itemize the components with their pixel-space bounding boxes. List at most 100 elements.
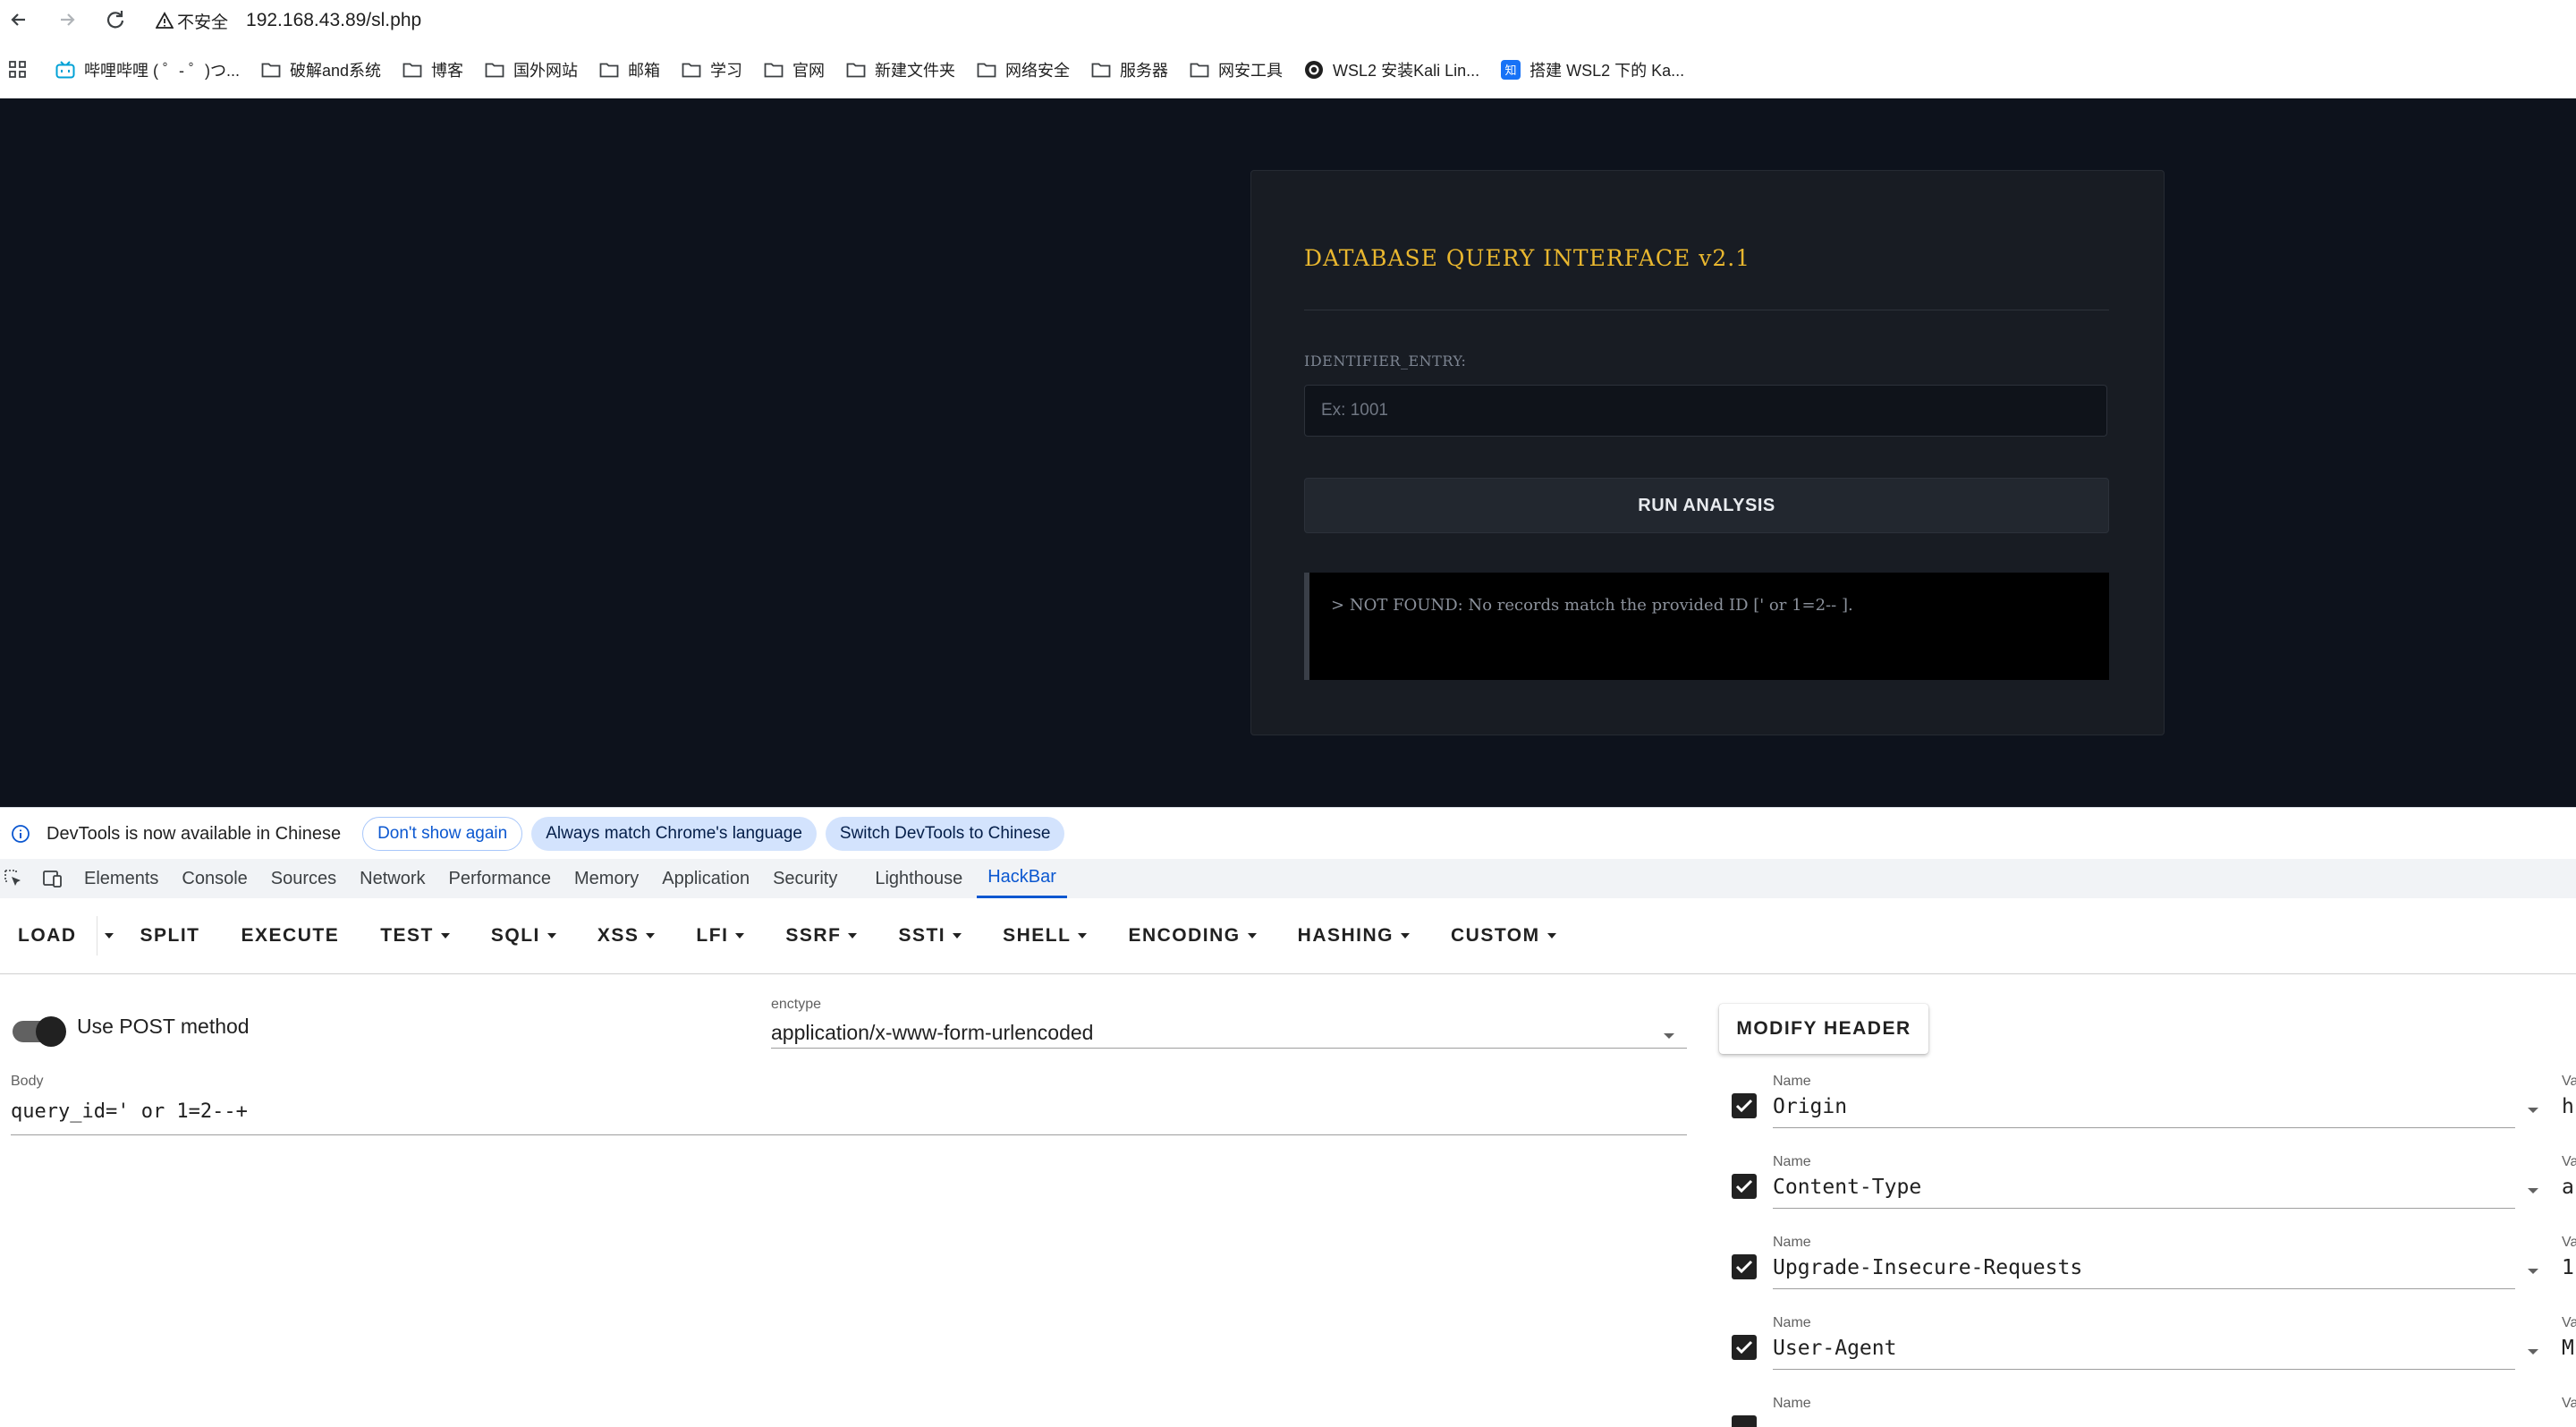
- tab-application[interactable]: Application: [662, 859, 750, 898]
- header-name-dropdown-icon[interactable]: [2526, 1106, 2540, 1115]
- modify-header-button[interactable]: MODIFY HEADER: [1719, 1004, 1928, 1054]
- header-name-input[interactable]: Origin: [1773, 1095, 1847, 1118]
- bookmark-item[interactable]: 网络安全: [977, 58, 1070, 81]
- github-icon: [1304, 60, 1324, 80]
- custom-label: CUSTOM: [1451, 925, 1540, 946]
- header-checkbox[interactable]: [1732, 1174, 1757, 1199]
- page-title: DATABASE QUERY INTERFACE v2.1: [1304, 245, 1751, 271]
- header-row: Name Va: [1732, 1396, 2576, 1427]
- header-value-input[interactable]: h: [2562, 1095, 2574, 1118]
- header-checkbox[interactable]: [1732, 1335, 1757, 1360]
- tab-console[interactable]: Console: [182, 859, 247, 898]
- bookmark-item[interactable]: 新建文件夹: [846, 58, 955, 81]
- lfi-menu[interactable]: LFI: [696, 925, 745, 947]
- bookmark-item[interactable]: 博客: [402, 58, 463, 81]
- header-name-input[interactable]: Content-Type: [1773, 1176, 1921, 1199]
- header-value-label: Va: [2562, 1235, 2576, 1250]
- tab-sources[interactable]: Sources: [271, 859, 336, 898]
- tab-memory[interactable]: Memory: [574, 859, 639, 898]
- test-menu[interactable]: TEST: [380, 925, 450, 947]
- split-button[interactable]: SPLIT: [140, 925, 200, 947]
- header-name-input[interactable]: User-Agent: [1773, 1337, 1896, 1360]
- bookmark-item[interactable]: 哔哩哔哩 ( ゜- ゜)つ...: [55, 58, 240, 81]
- execute-button[interactable]: EXECUTE: [242, 925, 340, 947]
- apps-grid-icon[interactable]: [9, 61, 27, 79]
- bookmark-item[interactable]: 国外网站: [485, 58, 578, 81]
- security-label: 不安全: [177, 13, 229, 32]
- reload-icon[interactable]: [100, 4, 131, 35]
- zhihu-icon: 知: [1501, 60, 1521, 80]
- load-button[interactable]: LOAD: [18, 925, 77, 947]
- header-name-input[interactable]: Upgrade-Insecure-Requests: [1773, 1256, 2082, 1279]
- bookmark-item[interactable]: 服务器: [1091, 58, 1168, 81]
- bookmark-item[interactable]: 网安工具: [1190, 58, 1283, 81]
- result-panel: > NOT FOUND: No records match the provid…: [1304, 573, 2109, 680]
- encoding-menu[interactable]: ENCODING: [1128, 925, 1257, 947]
- xss-menu[interactable]: XSS: [597, 925, 656, 947]
- ssti-label: SSTI: [898, 925, 946, 946]
- tab-performance[interactable]: Performance: [449, 859, 552, 898]
- ssti-menu[interactable]: SSTI: [898, 925, 962, 947]
- header-value-input[interactable]: a: [2562, 1176, 2574, 1199]
- body-textarea[interactable]: query_id=' or 1=2--+: [11, 1100, 248, 1123]
- folder-icon: [261, 62, 281, 78]
- header-name-dropdown-icon[interactable]: [2526, 1267, 2540, 1276]
- header-name-dropdown-icon[interactable]: [2526, 1347, 2540, 1356]
- bookmark-item[interactable]: 邮箱: [599, 58, 660, 81]
- header-checkbox[interactable]: [1732, 1254, 1757, 1279]
- run-analysis-button[interactable]: RUN ANALYSIS: [1304, 478, 2109, 533]
- header-value-input[interactable]: M: [2562, 1337, 2574, 1360]
- bookmark-item[interactable]: 破解and系统: [261, 58, 381, 81]
- ssrf-menu[interactable]: SSRF: [785, 925, 858, 947]
- bookmark-item[interactable]: 学习: [682, 58, 742, 81]
- tab-elements[interactable]: Elements: [84, 859, 158, 898]
- inspect-element-icon[interactable]: [4, 869, 23, 888]
- tab-lighthouse[interactable]: Lighthouse: [875, 859, 962, 898]
- enctype-select[interactable]: application/x-www-form-urlencoded: [771, 1021, 1093, 1045]
- bookmarks-bar: 哔哩哔哩 ( ゜- ゜)つ... 破解and系统 博客 国外网站 邮箱 学习 官网 新建文件夹…: [0, 41, 2576, 98]
- url-text[interactable]: 192.168.43.89/sl.php: [246, 10, 421, 31]
- result-text: NOT FOUND: No records match the provided…: [1349, 596, 1853, 615]
- switch-to-chinese-button[interactable]: Switch DevTools to Chinese: [825, 817, 1065, 851]
- always-match-language-button[interactable]: Always match Chrome's language: [531, 817, 817, 851]
- load-dropdown-button[interactable]: [104, 933, 114, 939]
- bookmark-item[interactable]: 知搭建 WSL2 下的 Ka...: [1501, 58, 1684, 81]
- bookmark-label: WSL2 安装Kali Lin...: [1333, 62, 1480, 80]
- folder-icon: [485, 62, 504, 78]
- bookmark-label: 破解and系统: [290, 62, 382, 80]
- tab-security[interactable]: Security: [773, 859, 837, 898]
- check-icon: [1735, 1099, 1753, 1113]
- bookmark-label: 网安工具: [1218, 62, 1284, 80]
- header-checkbox[interactable]: [1732, 1093, 1757, 1118]
- folder-icon: [1190, 62, 1209, 78]
- header-value-input[interactable]: 1: [2562, 1256, 2574, 1279]
- device-toolbar-icon[interactable]: [41, 869, 63, 888]
- header-checkbox[interactable]: [1732, 1415, 1757, 1427]
- use-post-toggle[interactable]: [13, 1016, 66, 1047]
- url-bar[interactable]: 不安全 192.168.43.89/sl.php: [156, 4, 421, 37]
- shell-menu[interactable]: SHELL: [1003, 925, 1088, 947]
- bookmark-item[interactable]: 官网: [764, 58, 825, 81]
- load-label: LOAD: [18, 925, 77, 946]
- sqli-menu[interactable]: SQLI: [491, 925, 556, 947]
- folder-icon: [764, 62, 784, 78]
- back-icon[interactable]: [4, 4, 34, 35]
- tab-hackbar[interactable]: HackBar: [977, 859, 1067, 898]
- folder-icon: [1091, 62, 1111, 78]
- custom-menu[interactable]: CUSTOM: [1451, 925, 1556, 947]
- hashing-menu[interactable]: HASHING: [1298, 925, 1410, 947]
- enctype-dropdown-icon[interactable]: [1662, 1032, 1676, 1041]
- bookmarks-list: 哔哩哔哩 ( ゜- ゜)つ... 破解and系统 博客 国外网站 邮箱 学习 官网 新建文件夹…: [55, 58, 1706, 81]
- identifier-input[interactable]: [1304, 385, 2107, 437]
- info-message: DevTools is now available in Chinese: [47, 823, 342, 844]
- tab-network[interactable]: Network: [360, 859, 425, 898]
- dont-show-again-button[interactable]: Don't show again: [362, 817, 523, 851]
- security-indicator[interactable]: 不安全: [156, 9, 228, 33]
- header-name-dropdown-icon[interactable]: [2526, 1186, 2540, 1195]
- forward-icon[interactable]: [52, 4, 82, 35]
- lfi-label: LFI: [696, 925, 729, 946]
- chevron-down-icon: [953, 933, 962, 939]
- sqli-label: SQLI: [490, 925, 540, 946]
- bookmark-item[interactable]: WSL2 安装Kali Lin...: [1304, 58, 1479, 81]
- devtools-info-bar: DevTools is now available in Chinese Don…: [0, 807, 2576, 860]
